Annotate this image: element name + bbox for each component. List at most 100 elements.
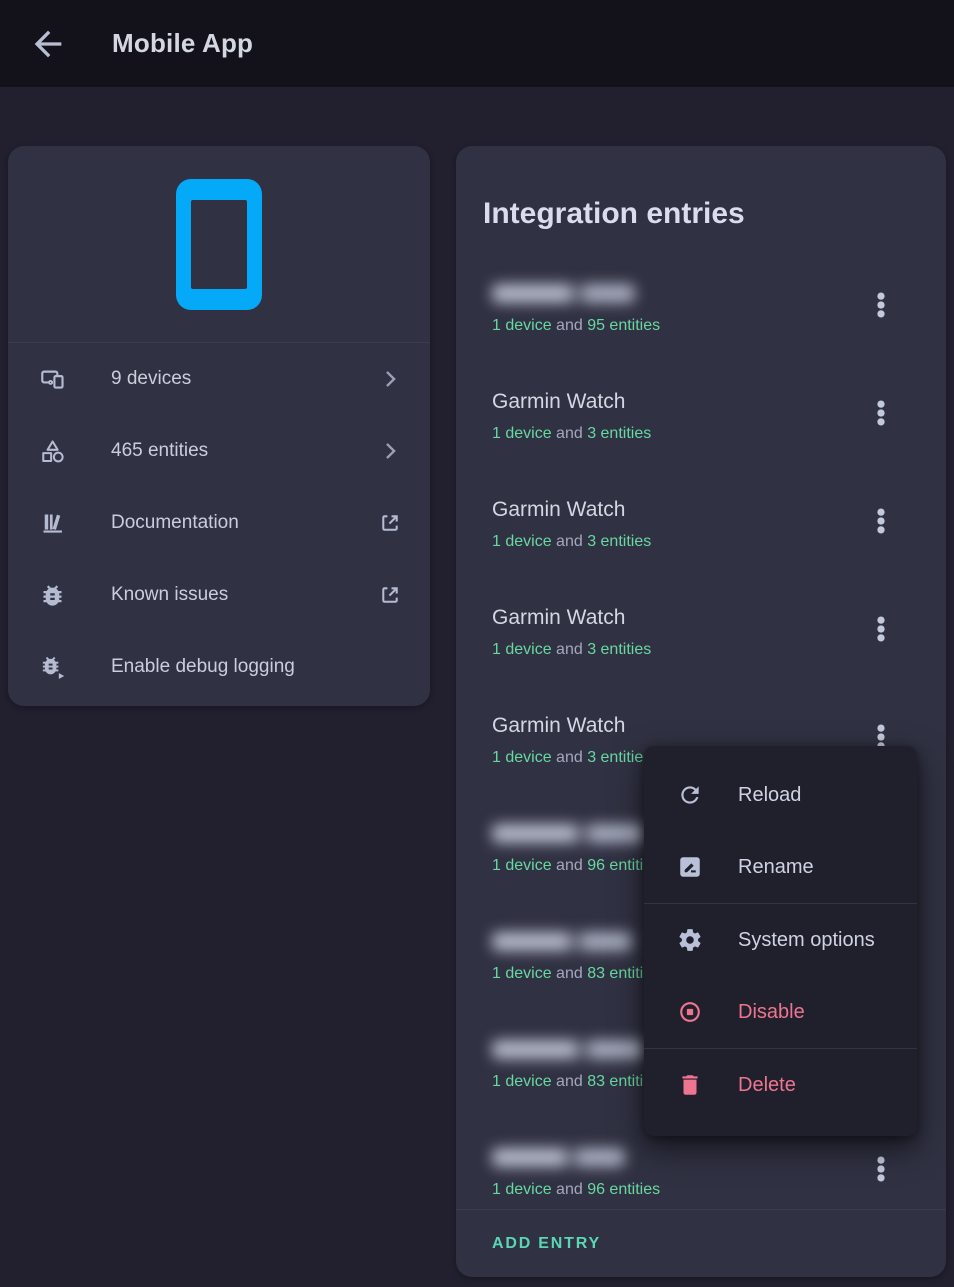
stop-circle-icon (677, 999, 703, 1025)
context-menu-item-delete[interactable]: Delete (644, 1049, 917, 1121)
info-item-label: 465 entities (111, 440, 377, 462)
info-item-label: Enable debug logging (111, 656, 403, 678)
entry-name: Garmin Watch (492, 713, 856, 739)
entry-name: Garmin Watch (492, 389, 856, 415)
context-menu-item-system-options[interactable]: System options (644, 904, 917, 976)
integration-logo-area (8, 146, 430, 343)
arrow-left-icon (28, 24, 68, 64)
entry-devices-link[interactable]: 1 device (492, 857, 552, 874)
entry-devices-link[interactable]: 1 device (492, 641, 552, 658)
entry-context-menu: Reload Rename System options Disable Del… (644, 746, 917, 1136)
bookshelf-icon (39, 510, 66, 537)
context-menu-item-disable[interactable]: Disable (644, 976, 917, 1048)
info-item-label: Known issues (111, 584, 377, 606)
entry-subtitle-joiner: and (552, 857, 588, 874)
dots-vertical-icon (866, 398, 896, 428)
back-button[interactable] (28, 24, 68, 64)
entry-subtitle: 1 device and 3 entities (492, 424, 856, 444)
open-in-new-icon (377, 582, 403, 608)
entry-menu-button[interactable] (861, 285, 901, 325)
integration-entry-row[interactable]: Garmin Watch 1 device and 3 entities (456, 476, 946, 584)
entry-devices-link[interactable]: 1 device (492, 317, 552, 334)
entry-subtitle: 1 device and 96 entities (492, 1180, 856, 1200)
entry-subtitle-joiner: and (552, 641, 588, 658)
entry-devices-link[interactable]: 1 device (492, 533, 552, 550)
context-menu-item-label: Reload (738, 784, 801, 807)
entry-subtitle-joiner: and (552, 317, 588, 334)
entry-subtitle: 1 device and 3 entities (492, 640, 856, 660)
entry-menu-button[interactable] (861, 393, 901, 433)
cellphone-icon (176, 179, 262, 310)
entry-menu-button[interactable] (861, 1149, 901, 1189)
devices-icon (39, 366, 66, 393)
info-item-bug[interactable]: Known issues (8, 559, 430, 631)
context-menu-item-label: Rename (738, 856, 814, 879)
entry-entities-link[interactable]: 3 entities (587, 425, 651, 442)
redacted-entry-name (492, 1040, 644, 1059)
delete-icon (677, 1072, 703, 1098)
entry-devices-link[interactable]: 1 device (492, 1181, 552, 1198)
dots-vertical-icon (866, 506, 896, 536)
entry-entities-link[interactable]: 95 entities (587, 317, 660, 334)
chevron-right-icon (377, 366, 403, 392)
context-menu-item-reload[interactable]: Reload (644, 759, 917, 831)
integration-entry-row[interactable]: Garmin Watch 1 device and 3 entities (456, 584, 946, 692)
entry-name (492, 1145, 856, 1171)
redacted-entry-name (492, 1148, 625, 1167)
context-menu-item-rename[interactable]: Rename (644, 831, 917, 903)
info-item-label: Documentation (111, 512, 377, 534)
entry-devices-link[interactable]: 1 device (492, 425, 552, 442)
entry-subtitle-joiner: and (552, 533, 588, 550)
entry-subtitle: 1 device and 95 entities (492, 316, 856, 336)
entry-name: Garmin Watch (492, 497, 856, 523)
redacted-entry-name (492, 824, 644, 843)
entry-entities-link[interactable]: 96 entities (587, 1181, 660, 1198)
redacted-entry-name (492, 932, 632, 951)
rename-box-icon (677, 854, 703, 880)
bug-icon (39, 582, 66, 609)
entry-subtitle-joiner: and (552, 749, 588, 766)
dots-vertical-icon (866, 290, 896, 320)
entry-menu-button[interactable] (861, 501, 901, 541)
open-in-new-icon (377, 510, 403, 536)
entry-subtitle-joiner: and (552, 1073, 588, 1090)
context-menu-item-label: Delete (738, 1074, 796, 1097)
info-item-bookshelf[interactable]: Documentation (8, 487, 430, 559)
entry-subtitle-joiner: and (552, 1181, 588, 1198)
entries-card-title: Integration entries (456, 171, 946, 235)
app-header: Mobile App (0, 0, 954, 87)
dots-vertical-icon (866, 1154, 896, 1184)
entry-devices-link[interactable]: 1 device (492, 1073, 552, 1090)
entry-entities-link[interactable]: 3 entities (587, 533, 651, 550)
chevron-right-icon (377, 438, 403, 464)
info-item-label: 9 devices (111, 368, 377, 390)
info-item-devices[interactable]: 9 devices (8, 343, 430, 415)
entry-menu-button[interactable] (861, 609, 901, 649)
integration-entry-row[interactable]: Garmin Watch 1 device and 3 entities (456, 368, 946, 476)
integration-entry-row[interactable]: 1 device and 95 entities (456, 260, 946, 368)
entry-subtitle-joiner: and (552, 425, 588, 442)
entry-devices-link[interactable]: 1 device (492, 749, 552, 766)
entry-entities-link[interactable]: 3 entities (587, 641, 651, 658)
dots-vertical-icon (866, 614, 896, 644)
entry-subtitle: 1 device and 3 entities (492, 532, 856, 552)
info-link-list: 9 devices 465 entities Documentation Kno… (8, 343, 430, 703)
info-item-bug-play[interactable]: Enable debug logging (8, 631, 430, 703)
info-item-shapes[interactable]: 465 entities (8, 415, 430, 487)
reload-icon (677, 782, 703, 808)
entries-card-footer: ADD ENTRY (456, 1209, 946, 1277)
integration-info-card: 9 devices 465 entities Documentation Kno… (8, 146, 430, 706)
context-menu-item-label: System options (738, 929, 875, 952)
cog-icon (677, 927, 703, 953)
entry-subtitle-joiner: and (552, 965, 588, 982)
entry-entities-link[interactable]: 3 entities (587, 749, 651, 766)
context-menu-item-label: Disable (738, 1001, 805, 1024)
add-entry-button[interactable]: ADD ENTRY (492, 1235, 601, 1253)
entry-name: Garmin Watch (492, 605, 856, 631)
bug-play-icon (39, 654, 66, 681)
entry-name (492, 281, 856, 307)
redacted-entry-name (492, 284, 635, 303)
shapes-icon (39, 438, 66, 465)
entry-devices-link[interactable]: 1 device (492, 965, 552, 982)
page-title: Mobile App (112, 28, 253, 59)
